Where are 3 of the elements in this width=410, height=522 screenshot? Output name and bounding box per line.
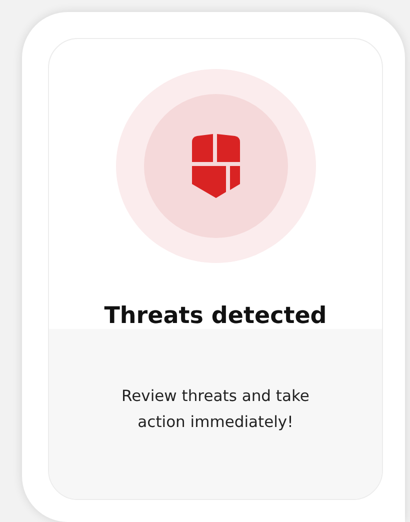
shield-icon bbox=[190, 134, 242, 198]
status-title: Threats detected bbox=[104, 303, 327, 329]
status-message: Review threats and take action immediately! bbox=[120, 386, 310, 433]
